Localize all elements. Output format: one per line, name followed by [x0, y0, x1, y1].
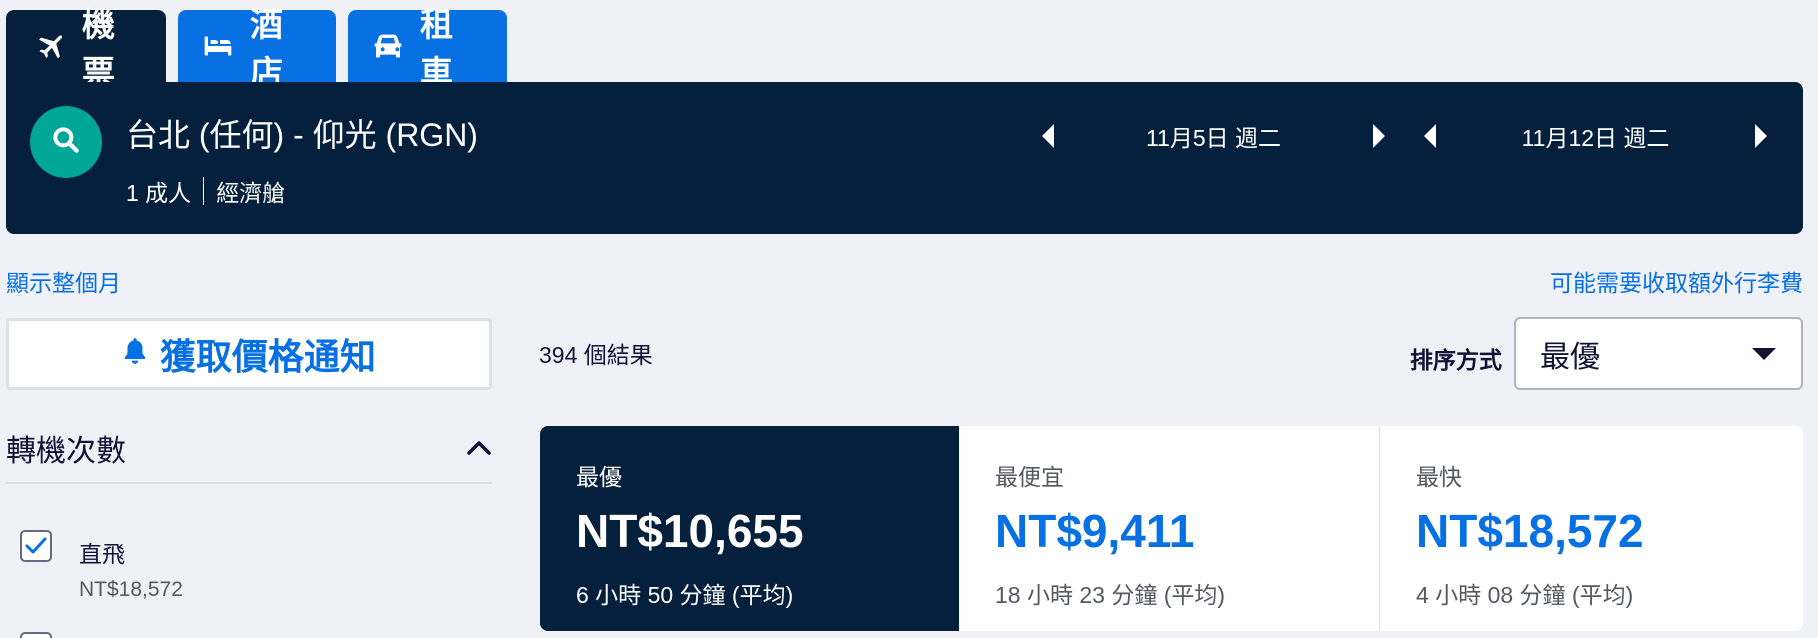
return-date-control: 11月12日 週二	[1418, 112, 1773, 160]
bed-icon	[202, 30, 234, 62]
card-price: NT$18,572	[1416, 505, 1644, 557]
stops-filter-title: 轉機次數	[6, 435, 126, 468]
depart-date[interactable]: 11月5日 週二	[1060, 119, 1367, 153]
card-price: NT$9,411	[995, 505, 1195, 557]
depart-prev-day-button[interactable]	[1036, 116, 1060, 156]
search-summary-bar: 台北 (任何) - 仰光 (RGN) 1 成人 經濟艙 11月5日 週二 11月…	[6, 82, 1803, 234]
show-whole-month-link[interactable]: 顯示整個月	[6, 264, 121, 298]
tab-car-hire-label: 租車	[420, 6, 453, 91]
tab-flights[interactable]: 機票	[6, 6, 166, 91]
search-button[interactable]	[30, 106, 102, 178]
car-icon	[372, 30, 404, 62]
card-title: 最優	[576, 464, 622, 490]
price-alert-label: 獲取價格通知	[159, 336, 376, 377]
best-sort-card[interactable]: 最優 NT$10,655 6 小時 50 分鐘 (平均)	[540, 426, 959, 631]
card-duration: 18 小時 23 分鐘 (平均)	[995, 582, 1226, 608]
passenger-count: 1 成人	[126, 180, 192, 206]
card-price: NT$10,655	[576, 505, 804, 557]
direct-flight-price: NT$18,572	[79, 578, 183, 601]
chevron-up-icon	[467, 441, 491, 455]
tab-hotels-label: 酒店	[250, 6, 283, 91]
one-stop-checkbox[interactable]	[20, 632, 52, 638]
direct-flight-checkbox[interactable]	[20, 530, 52, 562]
return-next-day-button[interactable]	[1749, 116, 1773, 156]
direct-flight-label: 直飛	[79, 541, 125, 567]
extra-baggage-fees-link[interactable]: 可能需要收取額外行李費	[1550, 264, 1803, 298]
card-title: 最便宜	[995, 464, 1064, 490]
cheapest-sort-card[interactable]: 最便宜 NT$9,411 18 小時 23 分鐘 (平均)	[959, 426, 1380, 631]
plane-icon	[34, 30, 66, 62]
results-count: 394 個結果	[539, 342, 653, 368]
stops-filter-header[interactable]: 轉機次數	[6, 426, 492, 484]
return-prev-day-button[interactable]	[1418, 116, 1442, 156]
card-duration: 4 小時 08 分鐘 (平均)	[1416, 582, 1634, 608]
card-duration: 6 小時 50 分鐘 (平均)	[576, 582, 794, 608]
triangle-right-icon	[1755, 124, 1767, 148]
product-tabs: 機票 酒店 租車	[6, 6, 507, 91]
depart-date-control: 11月5日 週二	[1036, 112, 1391, 160]
return-date[interactable]: 11月12日 週二	[1442, 119, 1749, 153]
caret-down-icon	[1752, 347, 1776, 360]
price-alert-button[interactable]: 獲取價格通知	[6, 318, 492, 390]
divider	[203, 177, 205, 205]
search-icon	[50, 124, 82, 161]
travellers-summary[interactable]: 1 成人 經濟艙	[126, 174, 285, 208]
sort-summary-cards: 最優 NT$10,655 6 小時 50 分鐘 (平均) 最便宜 NT$9,41…	[540, 426, 1803, 631]
sort-dropdown[interactable]: 最優	[1514, 317, 1803, 390]
tab-flights-label: 機票	[82, 6, 115, 91]
card-title: 最快	[1416, 464, 1462, 490]
cabin-class: 經濟艙	[216, 180, 286, 206]
depart-next-day-button[interactable]	[1367, 116, 1391, 156]
tab-car-hire[interactable]: 租車	[348, 6, 507, 91]
checkmark-icon	[25, 537, 47, 554]
tab-hotels[interactable]: 酒店	[178, 6, 336, 91]
sort-label: 排序方式	[1410, 347, 1502, 373]
fastest-sort-card[interactable]: 最快 NT$18,572 4 小時 08 分鐘 (平均)	[1380, 426, 1803, 631]
triangle-left-icon	[1042, 124, 1054, 148]
sort-selected-value: 最優	[1540, 340, 1600, 374]
bell-icon	[122, 333, 148, 375]
triangle-left-icon	[1424, 124, 1436, 148]
route-text[interactable]: 台北 (任何) - 仰光 (RGN)	[126, 110, 478, 156]
triangle-right-icon	[1373, 124, 1385, 148]
